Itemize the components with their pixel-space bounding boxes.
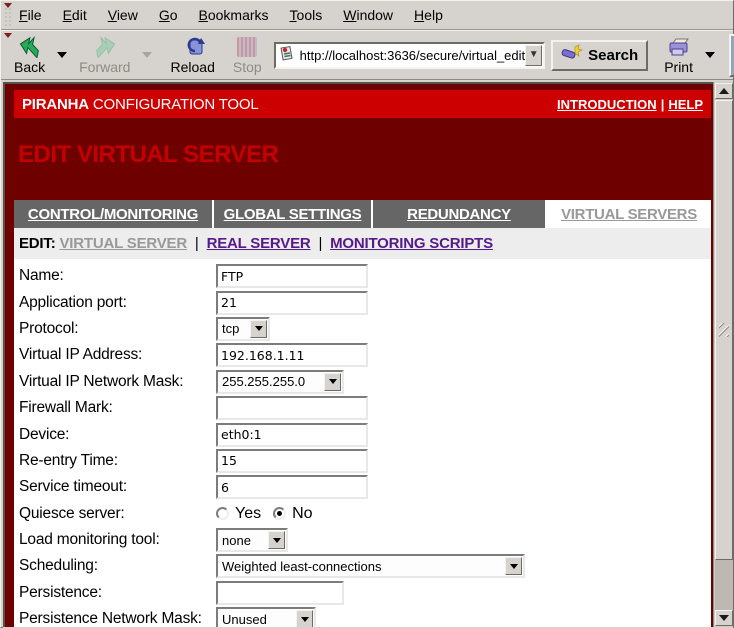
url-text[interactable]: http://localhost:3636/secure/virtual_edi…: [300, 48, 525, 63]
piranha-brand: PIRANHA CONFIGURATION TOOL: [22, 96, 259, 113]
scroll-up-button[interactable]: [715, 83, 733, 99]
tab-global-settings[interactable]: GLOBAL SETTINGS: [214, 200, 371, 228]
field-virtual-ip-network-mask: Virtual IP Network Mask: 255.255.255.0: [14, 369, 711, 395]
menu-edit[interactable]: Edit: [61, 4, 89, 26]
scrollbar-trough[interactable]: [715, 560, 733, 610]
back-button[interactable]: Back: [8, 32, 51, 78]
persistence-network-mask-select-arrow-icon[interactable]: [296, 610, 313, 627]
field-persistence-network-mask: Persistence Network Mask: Unused: [14, 606, 711, 627]
virtual-server-form: Name: Application port: Protocol: tcp Vi…: [14, 259, 711, 627]
forward-button[interactable]: Forward: [73, 32, 136, 78]
quiesce-yes-radio[interactable]: [216, 507, 229, 520]
scrollbar-grip-icon: [719, 323, 729, 337]
tab-virtual-servers[interactable]: VIRTUAL SERVERS: [547, 200, 711, 228]
menu-bookmarks[interactable]: Bookmarks: [197, 4, 271, 26]
field-re-entry-time: Re-entry Time:: [14, 448, 711, 474]
page-title: EDIT VIRTUAL SERVER: [18, 141, 278, 169]
application-port-input[interactable]: [216, 291, 368, 315]
menu-go[interactable]: Go: [157, 4, 180, 26]
reload-button[interactable]: Reload: [164, 32, 220, 78]
subnav-real-server-link[interactable]: REAL SERVER: [207, 235, 311, 252]
field-scheduling: Scheduling: Weighted least-connections: [14, 553, 711, 579]
vertical-scrollbar[interactable]: [713, 82, 733, 627]
print-button[interactable]: Print: [658, 32, 699, 78]
menu-window[interactable]: Window: [341, 4, 395, 26]
field-name: Name:: [14, 263, 711, 289]
scheduling-select[interactable]: Weighted least-connections: [216, 554, 525, 578]
tab-redundancy[interactable]: REDUNDANCY: [373, 200, 545, 228]
menu-file[interactable]: File: [17, 4, 44, 26]
protocol-select-arrow-icon[interactable]: [250, 320, 267, 338]
re-entry-time-input[interactable]: [216, 449, 368, 473]
introduction-link[interactable]: INTRODUCTION: [557, 97, 657, 112]
scroll-down-arrow-icon: [719, 615, 729, 621]
mozilla-logo[interactable]: m: [729, 34, 734, 77]
persistence-input[interactable]: [216, 581, 344, 605]
scroll-down-button[interactable]: [715, 610, 733, 626]
field-service-timeout: Service timeout:: [14, 474, 711, 500]
field-quiesce-server: Quiesce server: Yes No: [14, 501, 711, 527]
menu-bar: File Edit View Go Bookmarks Tools Window…: [1, 1, 733, 30]
menu-view[interactable]: View: [106, 4, 140, 26]
subnav-virtual-server-link[interactable]: VIRTUAL SERVER: [59, 235, 187, 252]
tab-control-monitoring[interactable]: CONTROL/MONITORING: [14, 200, 212, 228]
scroll-up-arrow-icon: [719, 88, 729, 94]
virtual-ip-address-input[interactable]: [216, 343, 368, 367]
bookmark-icon: [280, 45, 296, 66]
search-flashlight-icon: [561, 44, 583, 66]
field-application-port: Application port:: [14, 289, 711, 315]
field-firewall-mark: Firewall Mark:: [14, 395, 711, 421]
url-dropdown-button[interactable]: ▼: [525, 45, 542, 66]
load-monitoring-tool-select-arrow-icon[interactable]: [268, 531, 285, 549]
name-input[interactable]: [216, 264, 368, 288]
persistence-network-mask-select[interactable]: Unused: [216, 607, 316, 627]
forward-dropdown-arrow[interactable]: [142, 52, 152, 58]
quiesce-no-radio[interactable]: [273, 507, 286, 520]
help-link[interactable]: HELP: [668, 97, 703, 112]
virtual-ip-network-mask-select-arrow-icon[interactable]: [324, 373, 341, 391]
service-timeout-input[interactable]: [216, 475, 368, 499]
tab-bar: CONTROL/MONITORING GLOBAL SETTINGS REDUN…: [14, 200, 711, 228]
scrollbar-thumb[interactable]: [715, 100, 733, 560]
protocol-select[interactable]: tcp: [216, 317, 270, 341]
navigation-toolbar: Back Forward Reload Stop http://localhos…: [1, 30, 733, 80]
reload-icon: [181, 36, 205, 58]
menu-tools[interactable]: Tools: [288, 4, 325, 26]
page-viewport: PIRANHA CONFIGURATION TOOL INTRODUCTION|…: [3, 82, 713, 627]
field-load-monitoring-tool: Load monitoring tool: none: [14, 527, 711, 553]
print-icon: [666, 36, 692, 58]
field-protocol: Protocol: tcp: [14, 316, 711, 342]
forward-icon: [93, 36, 117, 58]
back-dropdown-arrow[interactable]: [57, 52, 67, 58]
field-virtual-ip-address: Virtual IP Address:: [14, 342, 711, 368]
virtual-ip-network-mask-select[interactable]: 255.255.255.0: [216, 370, 344, 394]
load-monitoring-tool-select[interactable]: none: [216, 528, 288, 552]
stop-icon: [237, 36, 257, 58]
field-persistence: Persistence:: [14, 580, 711, 606]
search-button[interactable]: Search: [551, 40, 648, 71]
scheduling-select-arrow-icon[interactable]: [505, 557, 522, 575]
firewall-mark-input[interactable]: [216, 396, 368, 420]
subnav-monitoring-scripts-link[interactable]: MONITORING SCRIPTS: [330, 235, 493, 252]
toolbar-grippy[interactable]: [4, 3, 13, 27]
edit-subnav: EDIT: VIRTUAL SERVER | REAL SERVER | MON…: [14, 228, 711, 259]
piranha-header: PIRANHA CONFIGURATION TOOL INTRODUCTION|…: [14, 90, 711, 118]
browser-window: File Edit View Go Bookmarks Tools Window…: [0, 0, 734, 628]
print-dropdown-arrow[interactable]: [705, 52, 715, 58]
stop-button[interactable]: Stop: [227, 32, 268, 78]
device-input[interactable]: [216, 423, 368, 447]
menu-help[interactable]: Help: [412, 4, 445, 26]
back-icon: [18, 36, 42, 58]
field-device: Device:: [14, 421, 711, 447]
url-bar[interactable]: http://localhost:3636/secure/virtual_edi…: [274, 42, 545, 69]
